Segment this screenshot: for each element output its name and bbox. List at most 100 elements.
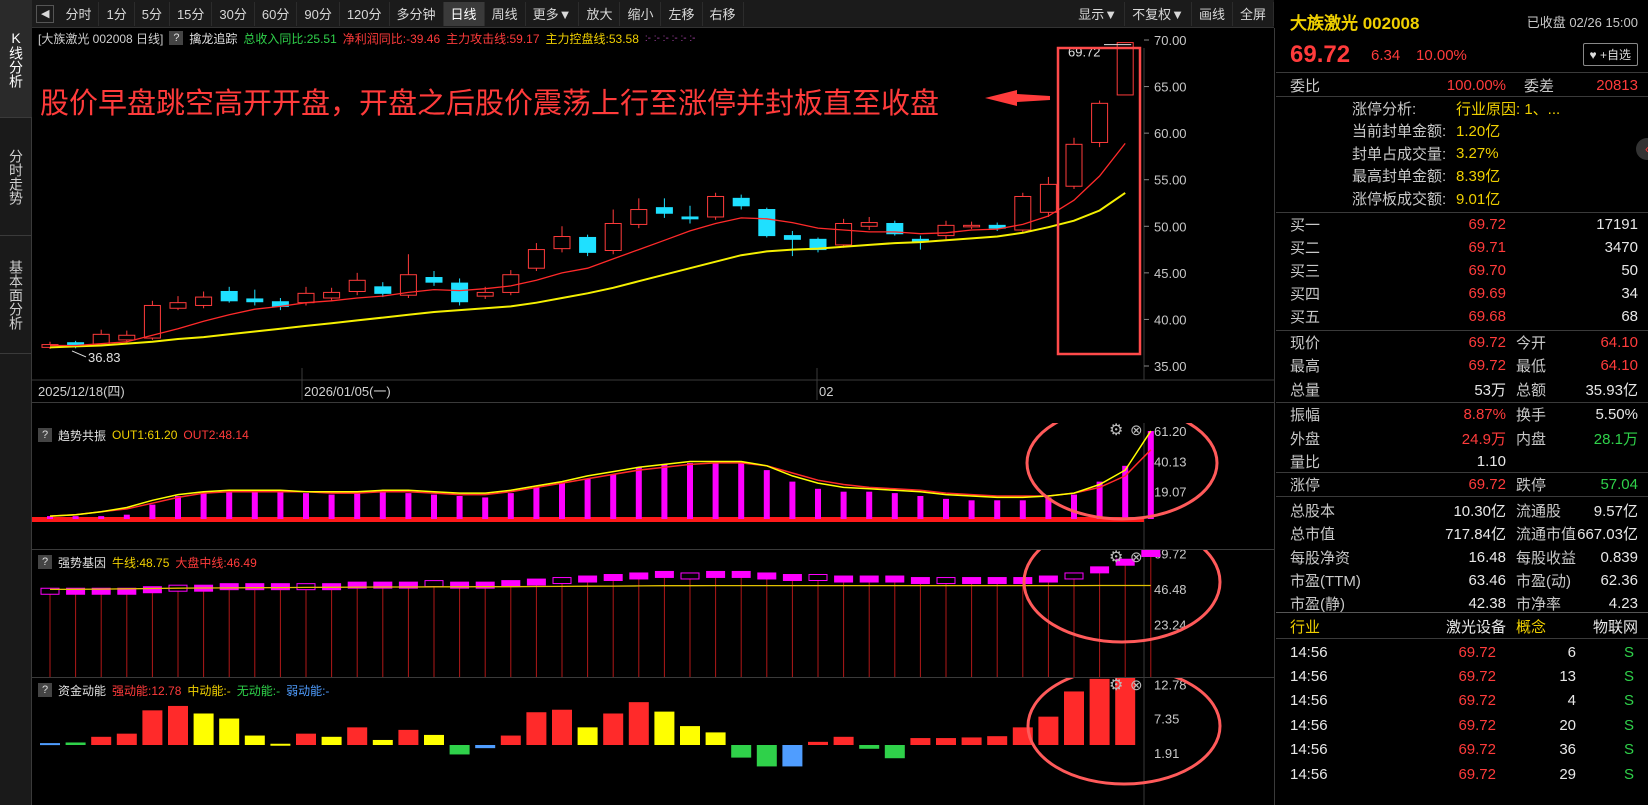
period-button[interactable]: 30分 bbox=[212, 1, 255, 26]
period-button[interactable]: 15分 bbox=[170, 1, 213, 26]
stat-label: 外盘 bbox=[1290, 430, 1321, 448]
period-button[interactable]: 右移 bbox=[703, 1, 744, 26]
bid-volume: 3470 bbox=[1604, 239, 1638, 256]
quote-panel: 大族激光 002008 已收盘 02/26 15:00 69.72 6.34 1… bbox=[1276, 0, 1648, 805]
momentum-bar bbox=[270, 743, 291, 746]
candle-body bbox=[1091, 102, 1109, 143]
left-rail: K线分析 分时走势 基本面分析 bbox=[0, 0, 32, 805]
strong-gene-panel: 69.72 46.48 23.24 ⚙ ⊗ ? 强势基因 牛线:48.75 大盘中线:4… bbox=[32, 550, 1274, 677]
period-button[interactable]: 日线 bbox=[443, 1, 485, 26]
stat-value: 69.72 bbox=[1468, 476, 1506, 494]
out1-bar bbox=[507, 493, 514, 519]
toolbar-right-button[interactable]: 全屏 bbox=[1233, 1, 1274, 26]
limit-label: 当前封单金额: bbox=[1352, 123, 1447, 140]
industry-value[interactable]: 激光设备 bbox=[1386, 616, 1506, 637]
y-tick-label: 60.00 bbox=[1154, 126, 1187, 141]
stat-value: 9.57亿 bbox=[1593, 502, 1638, 520]
out1-bar bbox=[123, 514, 130, 519]
period-button[interactable]: 120分 bbox=[340, 1, 390, 26]
gene-block bbox=[834, 575, 854, 583]
divider bbox=[1276, 472, 1648, 473]
out1-bar bbox=[559, 483, 565, 519]
gene-block bbox=[603, 574, 623, 581]
period-button[interactable]: 放大 bbox=[579, 1, 621, 26]
bid-row[interactable]: 买三 69.70 50 bbox=[1276, 259, 1648, 282]
momentum-bar bbox=[321, 736, 342, 745]
candle-body bbox=[553, 236, 571, 250]
candle-body bbox=[681, 216, 699, 220]
concept-value[interactable]: 物联网 bbox=[1593, 616, 1638, 637]
tick-price: 69.72 bbox=[1458, 765, 1496, 783]
period-button[interactable]: 周线 bbox=[485, 1, 526, 26]
stat-row: 每股净资 16.48 每股收益 0.839 bbox=[1276, 546, 1648, 569]
divider bbox=[1276, 496, 1648, 497]
toolbar-right-button[interactable]: 画线 bbox=[1192, 1, 1233, 26]
tick-row: 14:56 69.72 4 S bbox=[1276, 689, 1648, 713]
help-icon[interactable]: ? bbox=[38, 428, 52, 442]
ma-slow-line bbox=[49, 192, 1126, 349]
period-button[interactable]: 90分 bbox=[297, 1, 340, 26]
bid-label: 买五 bbox=[1290, 309, 1321, 326]
kline-panel: [大族激光 002008 日线] ? 擒龙追踪 总收入同比:25.51 净利润同… bbox=[32, 28, 1274, 402]
stat-value: 62.36 bbox=[1600, 572, 1638, 589]
panel-name: 资金动能 bbox=[58, 683, 107, 698]
gene-block bbox=[296, 583, 316, 591]
bid-row[interactable]: 买二 69.71 3470 bbox=[1276, 236, 1648, 259]
toolbar-right-button[interactable]: 显示▼ bbox=[1071, 1, 1126, 26]
stat-label: 量比 bbox=[1290, 454, 1321, 471]
stat-value: 0.839 bbox=[1600, 548, 1638, 566]
annotation-text: 股价早盘跳空高开开盘，开盘之后股价震荡上行至涨停并封板直至收盘 bbox=[40, 88, 940, 120]
period-button[interactable]: 左移 bbox=[661, 1, 703, 26]
bid-row[interactable]: 买一 69.72 17191 bbox=[1276, 213, 1648, 236]
stat-row: 总股本 10.30亿 流通股 9.57亿 bbox=[1276, 499, 1648, 522]
stat-label: 内盘 bbox=[1516, 430, 1547, 448]
bid-row[interactable]: 买五 69.68 68 bbox=[1276, 305, 1648, 328]
candle-body bbox=[783, 235, 801, 240]
tab-fundamental[interactable]: 基本面分析 bbox=[0, 236, 32, 354]
tick-volume: 20 bbox=[1559, 716, 1576, 734]
stat-label: 市盈(静) bbox=[1290, 596, 1345, 614]
period-button[interactable]: 更多▼ bbox=[526, 1, 580, 26]
period-button[interactable]: 5分 bbox=[135, 1, 170, 26]
stat-row: 总市值 717.84亿 流通市值 667.03亿 bbox=[1276, 522, 1648, 545]
bid-row[interactable]: 买四 69.69 34 bbox=[1276, 282, 1648, 305]
momentum-bar bbox=[756, 745, 777, 767]
help-icon[interactable]: ? bbox=[38, 683, 52, 697]
period-button[interactable]: 多分钟 bbox=[390, 1, 444, 26]
toolbar-right-button[interactable]: 不复权▼ bbox=[1125, 1, 1192, 26]
stat-value: 53万 bbox=[1474, 381, 1506, 399]
y-tick-label: 50.00 bbox=[1154, 219, 1187, 234]
gene-block bbox=[910, 577, 930, 585]
candle-body bbox=[860, 222, 878, 227]
tab-kline-analysis[interactable]: K线分析 bbox=[0, 0, 32, 118]
capital-momentum-header: ? 资金动能 强动能:12.78 中动能:- 无动能:- 弱动能:- bbox=[32, 680, 1274, 700]
bid-ratio-label: 委比 bbox=[1290, 77, 1321, 95]
tick-row: 14:56 69.72 20 S bbox=[1276, 713, 1648, 737]
momentum-bar bbox=[193, 713, 214, 745]
tab-intraday[interactable]: 分时走势 bbox=[0, 118, 32, 236]
tick-volume: 36 bbox=[1559, 741, 1576, 759]
stat-label: 最高 bbox=[1290, 358, 1321, 376]
period-button[interactable]: 缩小 bbox=[620, 1, 662, 26]
gene-block bbox=[859, 575, 879, 583]
tick-volume: 6 bbox=[1567, 643, 1576, 661]
stat-label: 现价 bbox=[1290, 335, 1321, 352]
candle-body bbox=[963, 224, 981, 228]
gene-block bbox=[1038, 575, 1058, 583]
tick-time: 14:56 bbox=[1290, 716, 1328, 734]
period-button[interactable]: 1分 bbox=[99, 1, 135, 26]
current-price: 69.72 bbox=[1290, 41, 1351, 68]
collapse-arrow-icon[interactable]: ◀ bbox=[36, 4, 55, 23]
period-button[interactable]: 60分 bbox=[255, 1, 298, 26]
tick-time: 14:56 bbox=[1290, 765, 1328, 783]
momentum-bar bbox=[680, 726, 700, 745]
period-button[interactable]: 分时 bbox=[58, 1, 100, 26]
stat-label: 流通股 bbox=[1516, 502, 1562, 520]
add-watchlist-button[interactable]: ♥ +自选 bbox=[1582, 43, 1638, 66]
gene-block bbox=[782, 574, 802, 581]
help-icon[interactable]: ? bbox=[38, 555, 52, 569]
momentum-bar bbox=[961, 737, 982, 745]
annotation-arrow-icon bbox=[985, 90, 1050, 106]
stat-label: 市盈(动) bbox=[1516, 573, 1571, 590]
bid-price: 69.71 bbox=[1468, 239, 1506, 256]
